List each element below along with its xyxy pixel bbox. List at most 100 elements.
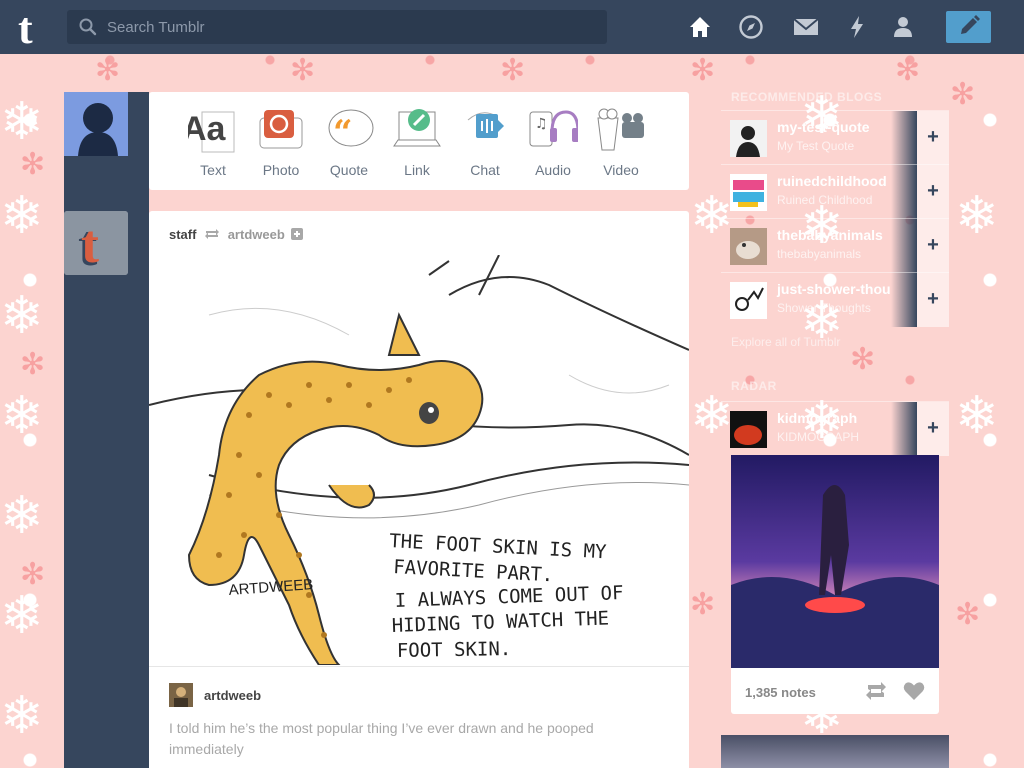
blog-header-fade: [891, 165, 917, 219]
snowflake-decoration: ✻: [950, 78, 976, 111]
blog-name: ruinedchildhood: [777, 173, 887, 189]
blog-avatar: [730, 411, 767, 448]
explore-all-link[interactable]: Explore all of Tumblr: [731, 335, 840, 349]
radar-heading: RADAR: [731, 379, 777, 393]
snowflake-decoration: ✻: [20, 148, 46, 181]
radar-blog-item[interactable]: kidmograph KIDMOGRAPH +: [721, 401, 949, 456]
blog-name: just-shower-thou: [777, 281, 891, 297]
top-navigation-bar: t: [0, 0, 1024, 54]
search-input[interactable]: [107, 10, 597, 44]
blog-header-fade: [891, 219, 917, 273]
svg-text:Aa: Aa: [188, 110, 227, 148]
gecko-drawing-image[interactable]: THE FOOT SKIN IS MY FAVORITE PART. I ALW…: [149, 255, 689, 665]
post-type-audio[interactable]: ♫ Audio: [519, 92, 587, 190]
snowflake-decoration: ❄: [955, 187, 999, 245]
search-box[interactable]: [67, 10, 607, 44]
snowflake-decoration: ✻: [850, 343, 876, 376]
caption-author-link[interactable]: artdweeb: [204, 688, 261, 703]
blog-title: Ruined Childhood: [777, 193, 873, 207]
snowflake-decoration: ❄: [0, 387, 44, 445]
snowflake-decoration: ✻: [290, 54, 316, 87]
post-author-link[interactable]: staff: [169, 227, 196, 242]
blog-avatar: [730, 174, 767, 211]
reblogged-from-link[interactable]: artdweeb: [228, 227, 285, 242]
dashboard-post: staff artdweeb THE FOOT SKIN IS MY FAVOR…: [149, 211, 689, 768]
blog-title: My Test Quote: [777, 139, 855, 153]
snowflake-decoration: ✻: [95, 54, 121, 87]
post-type-quote[interactable]: “ Quote: [315, 92, 383, 190]
recommended-blog-item[interactable]: ruinedchildhood Ruined Childhood +: [721, 164, 949, 219]
link-laptop-icon: [393, 109, 441, 147]
blog-avatar: [730, 282, 767, 319]
snowflake-decoration: ❄: [0, 687, 44, 745]
like-heart-icon[interactable]: [903, 681, 925, 701]
compose-post-button[interactable]: [946, 11, 991, 43]
radar-post-card: 1,385 notes: [731, 455, 939, 714]
post-header: staff artdweeb: [169, 227, 304, 243]
post-type-text[interactable]: Aa Text: [179, 92, 247, 190]
radar-post-image[interactable]: [731, 455, 939, 668]
recommended-blogs-heading: RECOMMENDED BLOGS: [731, 90, 883, 104]
snowflake-decoration: ✻: [20, 348, 46, 381]
blog-name: thebabyanimals: [777, 227, 883, 243]
reblog-icon[interactable]: [865, 681, 887, 701]
audio-headphones-icon: ♫: [529, 110, 578, 147]
caption-author-avatar[interactable]: [169, 683, 193, 707]
recommended-blog-item[interactable]: just-shower-thou Shower Thoughts +: [721, 272, 949, 327]
svg-text:“: “: [333, 113, 353, 153]
snowflake-decoration: ❄: [0, 587, 44, 645]
snowflake-decoration: ✻: [690, 588, 716, 621]
post-type-link[interactable]: Link: [383, 92, 451, 190]
blog-header-fade: [891, 273, 917, 327]
follow-plus-icon[interactable]: [291, 228, 304, 240]
notes-count[interactable]: 1,385 notes: [745, 685, 816, 700]
account-person-icon[interactable]: [889, 13, 917, 41]
snowflake-decoration: ❄: [0, 287, 44, 345]
sketch-avatar-icon: [730, 282, 767, 319]
animal-photo-avatar-icon: [730, 228, 767, 265]
explore-compass-icon[interactable]: [737, 13, 765, 41]
post-type-chat[interactable]: Chat: [451, 92, 519, 190]
snowflake-decoration: ❄: [955, 387, 999, 445]
staff-avatar[interactable]: t t: [64, 211, 128, 278]
red-glow-avatar-icon: [730, 411, 767, 448]
tumblr-logo-icon[interactable]: t: [14, 5, 54, 47]
follow-plus-button[interactable]: +: [917, 273, 949, 327]
post-type-photo[interactable]: Photo: [247, 92, 315, 190]
svg-text:t: t: [18, 5, 33, 47]
post-type-selector: Aa Text Photo “ Quote Link Chat ♫ Audio …: [149, 92, 689, 190]
activity-lightning-icon[interactable]: [843, 13, 871, 41]
search-icon: [79, 18, 97, 36]
blog-title: KIDMOGRAPH: [777, 430, 860, 444]
snowflake-decoration: ✻: [690, 54, 716, 87]
quote-bubble-icon: “: [328, 109, 374, 153]
home-icon[interactable]: [686, 13, 714, 41]
follow-plus-button[interactable]: +: [917, 165, 949, 219]
follow-plus-button[interactable]: +: [917, 111, 949, 165]
colorful-logo-avatar-icon: [730, 174, 767, 211]
blog-avatar: [730, 228, 767, 265]
user-avatar[interactable]: [64, 92, 128, 156]
snowflake-decoration: ❄: [0, 187, 44, 245]
pencil-icon: [961, 15, 980, 34]
portrait-avatar-icon: [730, 120, 767, 157]
follow-plus-button[interactable]: +: [917, 219, 949, 273]
sidebar-bottom-card: [721, 735, 949, 768]
inbox-mail-icon[interactable]: [792, 13, 820, 41]
blog-title: Shower Thoughts: [777, 301, 871, 315]
blog-title: thebabyanimals: [777, 247, 862, 261]
video-camera-popcorn-icon: [597, 108, 644, 151]
dashboard-column-background: [64, 92, 149, 768]
photo-camera-icon: [259, 110, 303, 149]
blog-header-fade: [891, 402, 917, 456]
chat-bubble-icon: [467, 112, 504, 138]
recommended-blog-item[interactable]: thebabyanimals thebabyanimals +: [721, 218, 949, 273]
snowflake-decoration: ✻: [895, 54, 921, 87]
drawing-text-line5: FOOT SKIN.: [397, 638, 512, 662]
recommended-blog-item[interactable]: my-test-quote My Test Quote +: [721, 110, 949, 165]
blog-name: kidmograph: [777, 410, 858, 426]
snowflake-decoration: ✻: [20, 558, 46, 591]
post-type-video[interactable]: Video: [587, 92, 655, 190]
snowflake-decoration: ✻: [955, 598, 981, 631]
follow-plus-button[interactable]: +: [917, 402, 949, 456]
